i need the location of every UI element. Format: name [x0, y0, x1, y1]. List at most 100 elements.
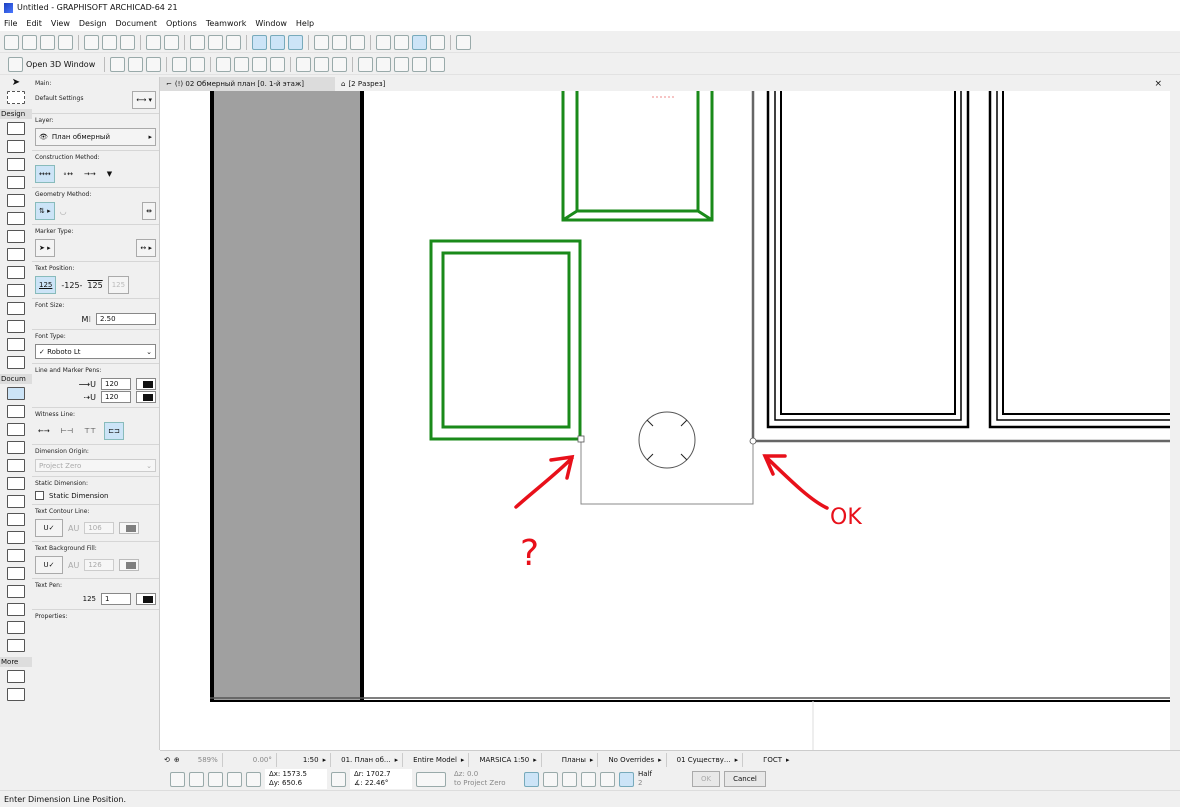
curtain-wall-icon[interactable]	[7, 284, 25, 297]
renovation-filter-select[interactable]: 01 Существу... ▸	[673, 752, 744, 767]
roof-icon[interactable]	[7, 230, 25, 243]
witness-short-button[interactable]: ⊢⊣	[58, 422, 76, 440]
bgfill-pen-input[interactable]: 126	[84, 559, 115, 571]
suspend-groups-icon[interactable]	[524, 771, 539, 787]
layers-icon[interactable]	[376, 34, 391, 50]
level-dimension-icon[interactable]	[7, 405, 25, 418]
snap-value[interactable]: Half 2	[638, 770, 688, 788]
person-icon[interactable]	[172, 56, 188, 72]
grid-snap-icon[interactable]	[208, 771, 223, 787]
snap-point-marker[interactable]	[577, 435, 585, 443]
grid-snap-icon[interactable]	[288, 34, 303, 50]
tab-floor-plan[interactable]: ⌐ (!) 02 Обмерный план [0. 1-й этаж]	[160, 77, 335, 91]
guide-icon[interactable]	[252, 34, 267, 50]
save-icon[interactable]	[40, 34, 55, 50]
line-icon[interactable]	[7, 477, 25, 490]
menu-document[interactable]: Document	[116, 19, 157, 28]
stair-icon[interactable]	[7, 266, 25, 279]
dimension-origin-select[interactable]: Project Zero ⌄	[35, 459, 156, 472]
snap-point-marker[interactable]	[749, 437, 757, 445]
story-select[interactable]: 01. План об... ▸	[337, 752, 404, 767]
geometry-option-button[interactable]: ⇹	[142, 202, 156, 220]
change-icon[interactable]	[7, 639, 25, 652]
line-method-icon[interactable]	[416, 771, 446, 787]
3d-box-icon[interactable]	[110, 56, 126, 72]
toolbox-category-document[interactable]: Docum	[0, 374, 32, 384]
fill-icon[interactable]	[332, 56, 348, 72]
construction-arrow-button[interactable]: →→	[81, 165, 99, 183]
marker-type-button[interactable]: ➤ ▸	[35, 239, 55, 257]
zoom-controls[interactable]: ⟲ ⊕ 589%	[160, 752, 223, 767]
line-pen-input[interactable]: 120	[101, 378, 131, 390]
zoom-back-icon[interactable]: ⟲	[164, 756, 170, 764]
mesh-icon[interactable]	[7, 356, 25, 369]
zoom-fit-icon[interactable]	[456, 34, 471, 50]
delta-icon[interactable]	[246, 771, 261, 787]
default-settings-button[interactable]: ⟷ ▾	[132, 91, 156, 109]
pen-set-select[interactable]: MARSICA 1:50 ▸	[475, 752, 542, 767]
contour-pen-color[interactable]	[119, 522, 140, 534]
wall-icon[interactable]	[7, 122, 25, 135]
model-view-select[interactable]: Entire Model ▸	[409, 752, 470, 767]
gravity-icon[interactable]	[543, 771, 558, 787]
trim-icon[interactable]	[412, 56, 428, 72]
menu-edit[interactable]: Edit	[26, 19, 42, 28]
section-icon[interactable]	[216, 56, 232, 72]
static-dimension-checkbox[interactable]	[35, 491, 44, 500]
construction-linear-button[interactable]: ↔↔	[35, 165, 55, 183]
text-position-rotated[interactable]: 125	[107, 276, 130, 294]
detail-icon[interactable]	[296, 56, 312, 72]
xy-tracker[interactable]: Δx: 1573.5 Δy: 650.6	[265, 769, 327, 789]
text-position-above[interactable]: 125	[35, 276, 57, 294]
eyedropper-icon[interactable]	[226, 34, 241, 50]
magic-wand-icon[interactable]	[600, 771, 615, 787]
paste-icon[interactable]	[120, 34, 135, 50]
witness-fixed-button[interactable]: ⊏⊐	[104, 422, 124, 440]
dimension-standard-select[interactable]: ГОСТ ▸	[749, 753, 793, 767]
fly-icon[interactable]	[190, 56, 206, 72]
layer-selector[interactable]: 👁 План обмерный ▸	[35, 128, 156, 146]
label-icon[interactable]	[7, 441, 25, 454]
construction-level-button[interactable]: ▼	[104, 165, 115, 183]
elevation-icon[interactable]	[234, 56, 250, 72]
elevation-marker-icon[interactable]	[7, 567, 25, 580]
object-tool-icon[interactable]	[7, 688, 25, 701]
marker-type-second-button[interactable]: ↔ ▸	[136, 239, 156, 257]
contour-pen-input[interactable]: 106	[84, 522, 115, 534]
window-icon[interactable]	[7, 158, 25, 171]
arrow-tool-icon[interactable]: ➤	[0, 77, 32, 88]
circle-icon[interactable]	[7, 495, 25, 508]
explode-icon[interactable]	[376, 56, 392, 72]
open-3d-window-button[interactable]: Open 3D Window	[4, 56, 99, 72]
ok-button[interactable]: OK	[692, 771, 721, 787]
text-pen-input[interactable]: 1	[101, 593, 131, 605]
copy-icon[interactable]	[102, 34, 117, 50]
print-icon[interactable]	[58, 34, 73, 50]
undo-icon[interactable]	[146, 34, 161, 50]
pick-up-icon[interactable]	[190, 34, 205, 50]
menu-options[interactable]: Options	[166, 19, 197, 28]
text-pen-color[interactable]	[136, 593, 156, 605]
grid-tool-icon[interactable]	[7, 670, 25, 683]
special-snap-points-icon[interactable]	[619, 771, 634, 787]
snap-guides-icon[interactable]	[581, 771, 596, 787]
menu-teamwork[interactable]: Teamwork	[206, 19, 247, 28]
special-snap-icon[interactable]	[562, 771, 577, 787]
snap-guide-icon[interactable]	[270, 34, 285, 50]
snap-icon[interactable]	[170, 771, 185, 787]
tab-section[interactable]: ⌂ [2 Разрез]	[335, 77, 391, 91]
zone-icon[interactable]	[7, 338, 25, 351]
inject-icon[interactable]	[208, 34, 223, 50]
walk-icon[interactable]	[146, 56, 162, 72]
fill-icon[interactable]	[7, 459, 25, 472]
scale-select[interactable]: 1:50 ▸	[283, 752, 332, 767]
cut-icon[interactable]	[84, 34, 99, 50]
interior-marker-icon[interactable]	[7, 585, 25, 598]
trace-icon[interactable]	[332, 34, 347, 50]
figure-icon[interactable]	[7, 531, 25, 544]
text-icon[interactable]	[7, 423, 25, 436]
pencil-icon[interactable]	[350, 34, 365, 50]
lock-icon[interactable]	[394, 34, 409, 50]
text-position-inline[interactable]: -125-	[61, 281, 82, 290]
text-background-toggle[interactable]: ꓴ✓	[35, 556, 63, 574]
